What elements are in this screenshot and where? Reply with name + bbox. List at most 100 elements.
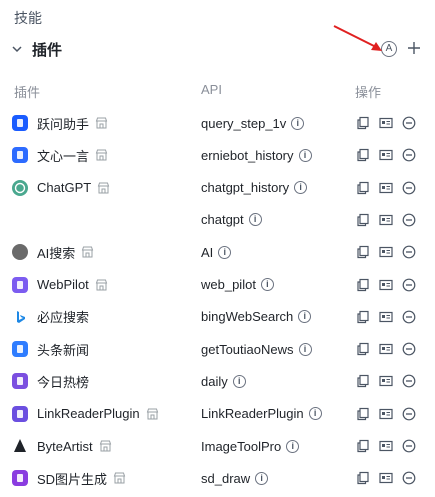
api-name: ImageToolPro	[201, 438, 282, 454]
api-cell: erniebot_history i	[201, 145, 312, 165]
remove-icon[interactable]	[402, 310, 416, 324]
store-icon	[95, 149, 108, 161]
remove-icon[interactable]	[402, 407, 416, 421]
copy-icon[interactable]	[356, 342, 370, 356]
store-icon	[95, 117, 108, 129]
edit-card-icon[interactable]	[379, 116, 393, 130]
info-icon[interactable]: i	[291, 116, 305, 130]
add-plugin-icon[interactable]	[405, 39, 423, 57]
edit-card-icon[interactable]	[379, 278, 393, 292]
copy-icon[interactable]	[356, 278, 370, 292]
copy-icon[interactable]	[356, 310, 370, 324]
row-actions	[356, 342, 416, 356]
remove-icon[interactable]	[402, 439, 416, 453]
row-actions	[356, 471, 416, 485]
remove-icon[interactable]	[402, 116, 416, 130]
api-name: AI	[201, 244, 214, 260]
column-header-actions: 操作	[355, 85, 382, 100]
edit-card-icon[interactable]	[379, 407, 393, 421]
chevron-down-icon[interactable]	[10, 42, 24, 56]
plugin-cell: ChatGPT	[12, 178, 110, 198]
stepfun-logo	[12, 115, 28, 131]
api-name: daily	[201, 373, 228, 389]
table-row: ChatGPT chatgpt_history i	[0, 172, 435, 204]
edit-card-icon[interactable]	[379, 245, 393, 259]
sd-logo	[12, 470, 28, 487]
plugin-cell: 必应搜索	[12, 307, 89, 327]
edit-card-icon[interactable]	[379, 439, 393, 453]
plugin-name: SD图片生成	[37, 471, 108, 487]
plugin-cell: 文心一言	[12, 145, 108, 165]
remove-icon[interactable]	[402, 374, 416, 388]
plugin-cell: WebPilot	[12, 275, 108, 295]
plugin-name: WebPilot	[37, 277, 89, 292]
edit-card-icon[interactable]	[379, 471, 393, 485]
info-icon[interactable]: i	[298, 310, 312, 324]
edit-card-icon[interactable]	[379, 148, 393, 162]
api-cell: sd_draw i	[201, 468, 269, 488]
openai-logo	[12, 179, 28, 196]
api-name: chatgpt_history	[201, 180, 290, 196]
plugin-cell: ByteArtist	[12, 436, 112, 456]
api-name: chatgpt	[201, 212, 244, 228]
info-icon[interactable]: i	[298, 148, 312, 162]
bing-logo	[12, 308, 28, 325]
table-row: 头条新闻 getToutiaoNews i	[0, 333, 435, 365]
copy-icon[interactable]	[356, 181, 370, 195]
copy-icon[interactable]	[356, 471, 370, 485]
remove-icon[interactable]	[402, 471, 416, 485]
api-cell: getToutiaoNews i	[201, 339, 312, 359]
table-row: ByteArtist ImageToolPro i	[0, 430, 435, 462]
edit-card-icon[interactable]	[379, 342, 393, 356]
store-icon	[146, 408, 158, 420]
api-cell: query_step_1v i	[201, 113, 305, 133]
row-actions	[356, 278, 416, 292]
plugin-cell: LinkReaderPlugin	[12, 404, 159, 424]
info-icon[interactable]: i	[255, 471, 269, 485]
info-icon[interactable]: i	[260, 278, 274, 291]
edit-card-icon[interactable]	[379, 213, 393, 227]
edit-card-icon[interactable]	[379, 374, 393, 388]
table-row: AI搜索 AI i	[0, 236, 435, 268]
plugin-name: 必应搜索	[37, 310, 90, 326]
copy-icon[interactable]	[356, 148, 370, 162]
api-name: LinkReaderPlugin	[201, 406, 304, 422]
copy-icon[interactable]	[356, 116, 370, 130]
plugin-name: ByteArtist	[37, 438, 93, 454]
remove-icon[interactable]	[402, 278, 416, 292]
column-header-api: API	[201, 82, 222, 97]
column-header-plugin: 插件	[14, 85, 41, 100]
red-arrow-annotation	[333, 25, 382, 51]
copy-icon[interactable]	[356, 439, 370, 453]
remove-icon[interactable]	[402, 181, 416, 195]
copy-icon[interactable]	[356, 245, 370, 259]
api-name: sd_draw	[201, 470, 251, 486]
info-icon[interactable]: i	[232, 374, 246, 388]
api-name: erniebot_history	[201, 147, 294, 163]
plugin-name: 跃问助手	[37, 116, 90, 132]
copy-icon[interactable]	[356, 407, 370, 421]
info-icon[interactable]: i	[308, 407, 322, 421]
edit-card-icon[interactable]	[379, 310, 393, 324]
hotlist-logo	[12, 373, 28, 390]
remove-icon[interactable]	[402, 213, 416, 227]
plugin-name: 文心一言	[37, 148, 90, 164]
info-icon[interactable]: i	[218, 245, 232, 259]
plugin-name: ChatGPT	[37, 180, 92, 196]
info-icon[interactable]: i	[286, 439, 300, 453]
byteartist-logo	[12, 438, 28, 454]
api-name: web_pilot	[201, 277, 256, 292]
info-icon[interactable]: i	[248, 213, 262, 227]
remove-icon[interactable]	[402, 245, 416, 259]
copy-icon[interactable]	[356, 374, 370, 388]
info-icon[interactable]: i	[294, 181, 308, 195]
table-row: WebPilot web_pilot i	[0, 269, 435, 301]
plugin-cell: 跃问助手	[12, 113, 108, 133]
edit-card-icon[interactable]	[379, 181, 393, 195]
api-cell: LinkReaderPlugin i	[201, 404, 322, 424]
copy-icon[interactable]	[356, 213, 370, 227]
remove-icon[interactable]	[402, 148, 416, 162]
info-icon[interactable]: i	[298, 342, 312, 356]
group-title: 插件	[32, 42, 63, 59]
remove-icon[interactable]	[402, 342, 416, 356]
